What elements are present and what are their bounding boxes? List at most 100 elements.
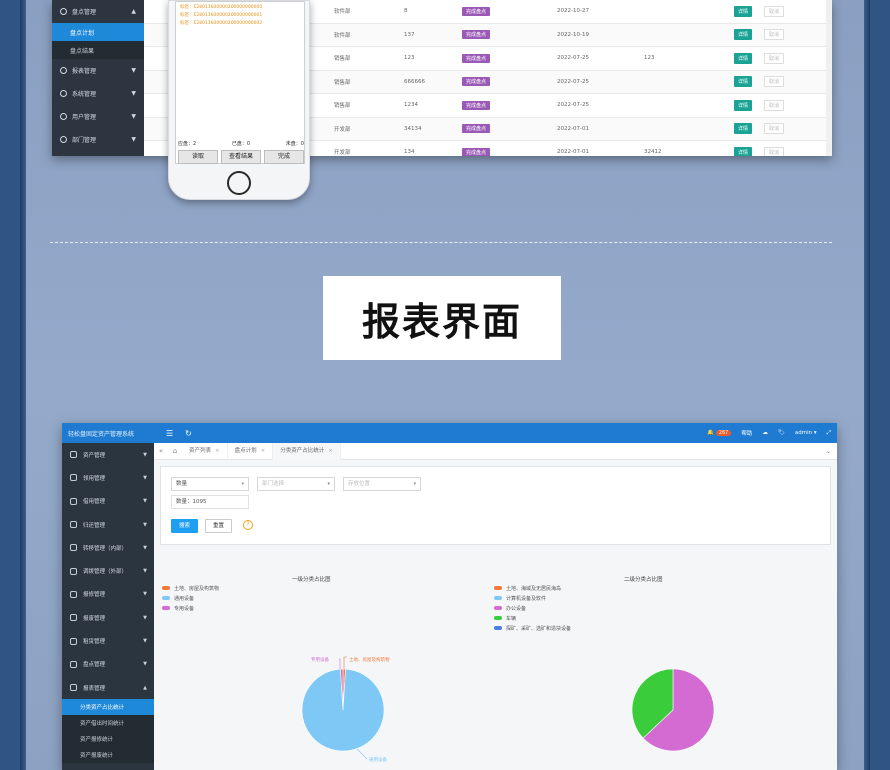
section-title-box: 报表界面 <box>323 276 561 360</box>
sidebar-item[interactable]: 转移管理（内部） ▼ <box>62 536 154 559</box>
chevron-down-icon: ▼ <box>143 474 147 481</box>
fullscreen-icon[interactable]: ⤢ <box>827 430 831 437</box>
sidebar-sub-item[interactable]: 资产报修统计 <box>62 731 154 748</box>
tab-inventory-plan[interactable]: 盘点计划 × <box>228 442 274 460</box>
read-button[interactable]: 读取 <box>178 150 218 164</box>
department-select[interactable]: 部门选择 ▾ <box>257 477 335 491</box>
user-menu[interactable]: admin ▾ <box>795 430 817 436</box>
metric-select[interactable]: 数量 ▾ <box>171 477 249 491</box>
sidebar-sub-item[interactable]: 资产借出时间统计 <box>62 715 154 732</box>
hand-icon <box>70 474 77 482</box>
legend-label: 专用设备 <box>174 605 195 612</box>
double-left-icon[interactable]: « <box>154 447 168 455</box>
chart1-title: 一级分类占比图 <box>292 577 331 583</box>
sidebar-sub-item[interactable]: 资产报废统计 <box>62 747 154 764</box>
detail-button[interactable]: 详情 <box>734 52 753 64</box>
legend-swatch <box>162 596 170 600</box>
close-icon[interactable]: × <box>328 448 333 454</box>
search-button[interactable]: 搜索 <box>171 519 198 533</box>
legend-label: 计算机设备及软件 <box>506 595 547 602</box>
detail-button[interactable]: 详情 <box>734 99 753 111</box>
sidebar-item-label: 租赁管理 <box>83 639 106 646</box>
legend-item[interactable]: 探矿、采矿、选矿和造块设备 <box>494 623 571 633</box>
cancel-button[interactable]: 取消 <box>764 29 785 41</box>
user-icon <box>60 113 67 120</box>
sidebar-sub-item[interactable]: 分类资产占比统计 <box>62 699 154 716</box>
chevron-down-icon[interactable]: ⌄ <box>826 448 837 455</box>
close-icon[interactable]: × <box>215 448 220 454</box>
home-button-icon[interactable] <box>227 171 251 195</box>
legend-swatch <box>162 586 170 590</box>
top-sidebar-sub-plan[interactable]: 盘点计划 <box>52 23 144 41</box>
sidebar-item-label: 归还管理 <box>83 522 106 529</box>
cell-dept: 开发部 <box>334 126 351 133</box>
legend-item[interactable]: 计算机设备及软件 <box>494 593 571 603</box>
legend-item[interactable]: 专用设备 <box>162 603 219 613</box>
cell-status: 完成盘点 <box>462 77 491 87</box>
top-sidebar-item-report[interactable]: 报表管理 ▼ <box>52 59 144 82</box>
top-sidebar-item-dept[interactable]: 部门管理 ▼ <box>52 128 144 151</box>
top-sidebar-sub-result[interactable]: 盘点结果 <box>52 41 144 59</box>
top-sidebar-item-user[interactable]: 用户管理 ▼ <box>52 105 144 128</box>
cancel-button[interactable]: 取消 <box>764 5 785 17</box>
detail-button[interactable]: 详情 <box>734 123 753 135</box>
detail-button[interactable]: 详情 <box>734 5 753 17</box>
sidebar-item[interactable]: 租赁管理 ▼ <box>62 629 154 652</box>
detail-button[interactable]: 详情 <box>734 146 753 156</box>
help-link[interactable]: 帮助 <box>741 429 752 437</box>
borrow-icon <box>70 497 77 505</box>
legend-label: 土地、海域及无居民海岛 <box>506 585 562 592</box>
legend-item[interactable]: 办公设备 <box>494 603 571 613</box>
chevron-down-icon: ▾ <box>327 481 330 487</box>
home-icon[interactable]: ⌂ <box>168 447 182 455</box>
close-icon[interactable]: × <box>261 448 266 454</box>
chevron-up-icon: ▲ <box>143 684 147 691</box>
sidebar-item[interactable]: 报废管理 ▼ <box>62 606 154 629</box>
tab-asset-list[interactable]: 资产列表 × <box>182 442 228 460</box>
theme-icon[interactable]: ☁ <box>762 430 768 436</box>
legend-label: 土地、房屋及构筑物 <box>174 585 220 592</box>
cancel-button[interactable]: 取消 <box>764 76 785 88</box>
sidebar-item-label: 借用管理 <box>83 499 106 506</box>
app-header: 轻松盘固定资产管理系统 ☰ ↻ 🔔 267 帮助 ☁ 🏷 admin ▾ ⤢ <box>62 423 837 443</box>
detail-button[interactable]: 详情 <box>734 29 753 41</box>
reset-button[interactable]: 重置 <box>205 519 232 533</box>
tab-category-stats[interactable]: 分类资产占比统计 × <box>273 442 341 460</box>
sidebar-item[interactable]: 借用管理 ▼ <box>62 490 154 513</box>
report-admin-app: 轻松盘固定资产管理系统 ☰ ↻ 🔔 267 帮助 ☁ 🏷 admin ▾ ⤢ 资产… <box>62 423 837 770</box>
sidebar-item[interactable]: 报表管理 ▲ <box>62 676 154 699</box>
top-sidebar-section[interactable]: 盘点管理 ▲ <box>52 0 144 23</box>
legend-item[interactable]: 通用设备 <box>162 593 219 603</box>
cancel-button[interactable]: 取消 <box>764 99 785 111</box>
list-item: 标签：E28011600000200000000001 <box>180 13 263 18</box>
sidebar-item[interactable]: 归还管理 ▼ <box>62 513 154 536</box>
sidebar-item[interactable]: 资产管理 ▼ <box>62 443 154 466</box>
top-scrollbar[interactable] <box>826 0 832 156</box>
refresh-icon[interactable]: ↻ <box>185 429 192 438</box>
chart2-legend: 土地、海域及无居民海岛 计算机设备及软件 办公设备 车辆 探矿、采矿、选矿和造块设备 <box>494 583 571 633</box>
cancel-button[interactable]: 取消 <box>764 146 785 156</box>
repair-icon <box>70 590 77 598</box>
detail-button[interactable]: 详情 <box>734 76 753 88</box>
sidebar-item[interactable]: 领用管理 ▼ <box>62 466 154 489</box>
menu-icon[interactable]: ☰ <box>166 429 173 438</box>
tag-icon[interactable]: 🏷 <box>778 430 785 436</box>
view-result-button[interactable]: 查看结果 <box>221 150 261 164</box>
legend-item[interactable]: 土地、房屋及构筑物 <box>162 583 219 593</box>
sidebar-item[interactable]: 报修管理 ▼ <box>62 583 154 606</box>
sidebar-item[interactable]: 盘点管理 ▼ <box>62 653 154 676</box>
location-select[interactable]: 存放位置 ▾ <box>343 477 421 491</box>
chevron-down-icon: ▼ <box>131 113 136 120</box>
top-sidebar-item-system[interactable]: 系统管理 ▼ <box>52 82 144 105</box>
cancel-button[interactable]: 取消 <box>764 52 785 64</box>
chevron-down-icon: ▼ <box>143 521 147 528</box>
legend-item[interactable]: 车辆 <box>494 613 571 623</box>
sidebar-item[interactable]: 调拨管理（外部） ▼ <box>62 559 154 582</box>
cell-date: 2022-07-25 <box>557 55 589 62</box>
legend-item[interactable]: 土地、海域及无居民海岛 <box>494 583 571 593</box>
question-icon[interactable]: ? <box>243 520 253 530</box>
finish-button[interactable]: 完成 <box>264 150 304 164</box>
cancel-button[interactable]: 取消 <box>764 123 785 135</box>
lease-icon <box>70 637 77 645</box>
bell-icon[interactable]: 🔔 267 <box>707 430 732 436</box>
